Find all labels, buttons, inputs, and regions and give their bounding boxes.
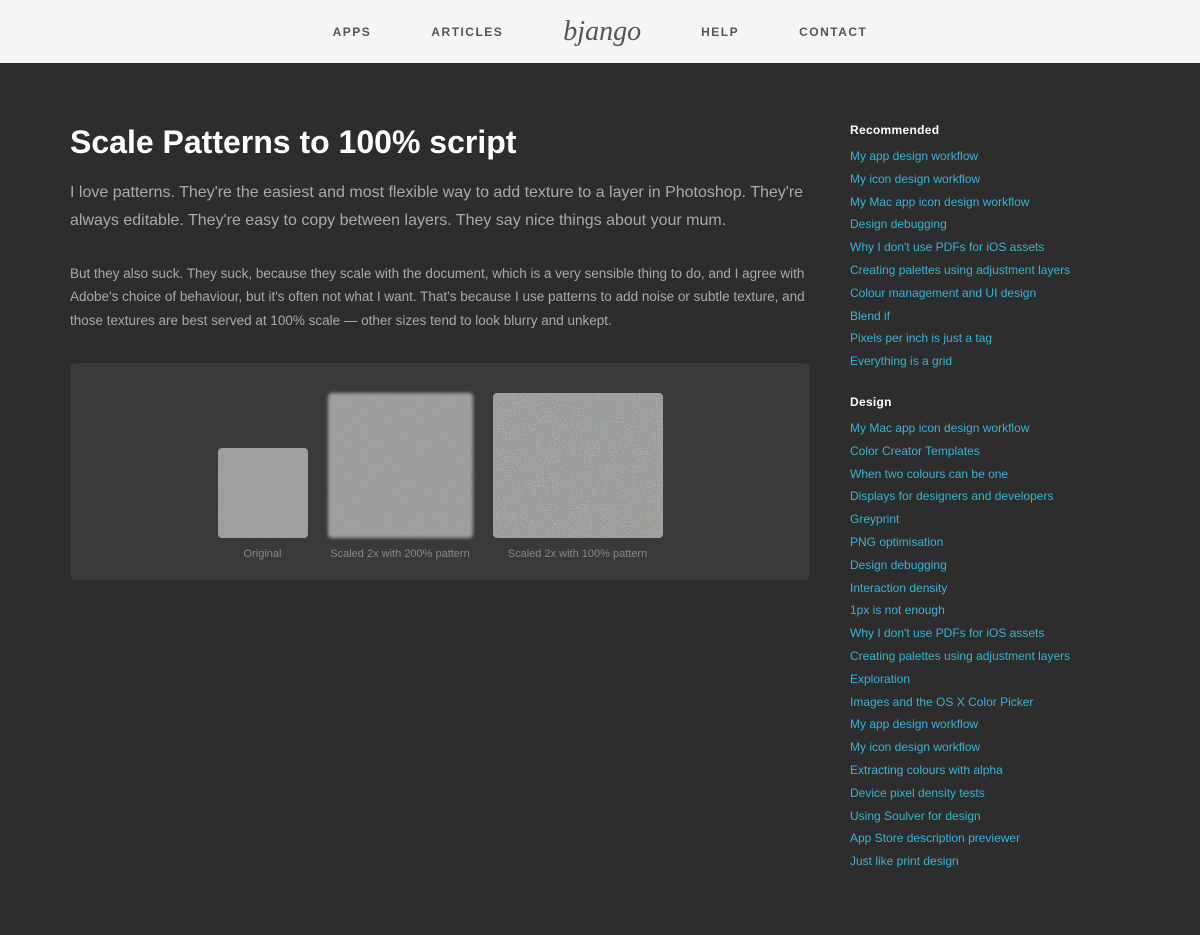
- demo-image-200: Scaled 2x with 200% pattern: [328, 393, 473, 560]
- article-intro: I love patterns. They're the easiest and…: [70, 179, 810, 233]
- sidebar-link-design-5[interactable]: PNG optimisation: [850, 531, 1080, 554]
- sidebar-link-design-0[interactable]: My Mac app icon design workflow: [850, 417, 1080, 440]
- sidebar-link-design-3[interactable]: Displays for designers and developers: [850, 485, 1080, 508]
- sidebar-link-recommended-0[interactable]: My app design workflow: [850, 145, 1080, 168]
- sidebar-link-design-8[interactable]: 1px is not enough: [850, 599, 1080, 622]
- pattern-original: [218, 448, 308, 538]
- sidebar: Recommended My app design workflow My ic…: [850, 123, 1080, 895]
- sidebar-link-recommended-5[interactable]: Creating palettes using adjustment layer…: [850, 259, 1080, 282]
- sidebar-link-design-14[interactable]: My icon design workflow: [850, 736, 1080, 759]
- demo-image-100: Scaled 2x with 100% pattern: [493, 393, 663, 560]
- sidebar-link-design-4[interactable]: Greyprint: [850, 508, 1080, 531]
- sidebar-link-design-10[interactable]: Creating palettes using adjustment layer…: [850, 645, 1080, 668]
- sidebar-link-design-2[interactable]: When two colours can be one: [850, 463, 1080, 486]
- demo-caption-200: Scaled 2x with 200% pattern: [330, 548, 469, 560]
- sidebar-recommended-title: Recommended: [850, 123, 1080, 137]
- sidebar-link-design-16[interactable]: Device pixel density tests: [850, 782, 1080, 805]
- sidebar-link-design-9[interactable]: Why I don't use PDFs for iOS assets: [850, 622, 1080, 645]
- sidebar-link-recommended-2[interactable]: My Mac app icon design workflow: [850, 191, 1080, 214]
- nav-help[interactable]: HELP: [701, 25, 739, 39]
- sidebar-section-recommended: Recommended My app design workflow My ic…: [850, 123, 1080, 373]
- pattern-200: [328, 393, 473, 538]
- sidebar-link-recommended-8[interactable]: Pixels per inch is just a tag: [850, 327, 1080, 350]
- sidebar-link-recommended-3[interactable]: Design debugging: [850, 213, 1080, 236]
- sidebar-link-design-13[interactable]: My app design workflow: [850, 713, 1080, 736]
- nav-apps[interactable]: APPS: [333, 25, 372, 39]
- sidebar-section-design: Design My Mac app icon design workflow C…: [850, 395, 1080, 873]
- pattern-100: [493, 393, 663, 538]
- nav-contact[interactable]: CONTACT: [799, 25, 867, 39]
- demo-image-original: Original: [218, 448, 308, 560]
- sidebar-link-design-18[interactable]: App Store description previewer: [850, 827, 1080, 850]
- demo-caption-100: Scaled 2x with 100% pattern: [508, 548, 647, 560]
- demo-images: Original Scaled 2x with 200% pattern Sca…: [218, 393, 663, 560]
- sidebar-link-design-19[interactable]: Just like print design: [850, 850, 1080, 873]
- header: APPS ARTICLES bjango HELP CONTACT: [0, 0, 1200, 63]
- sidebar-link-design-17[interactable]: Using Soulver for design: [850, 805, 1080, 828]
- sidebar-link-recommended-4[interactable]: Why I don't use PDFs for iOS assets: [850, 236, 1080, 259]
- main-layout: Scale Patterns to 100% script I love pat…: [50, 63, 1150, 935]
- sidebar-link-design-1[interactable]: Color Creator Templates: [850, 440, 1080, 463]
- nav-articles[interactable]: ARTICLES: [431, 25, 503, 39]
- sidebar-link-recommended-1[interactable]: My icon design workflow: [850, 168, 1080, 191]
- demo-box: Original Scaled 2x with 200% pattern Sca…: [70, 363, 810, 580]
- sidebar-link-design-12[interactable]: Images and the OS X Color Picker: [850, 691, 1080, 714]
- article-content: Scale Patterns to 100% script I love pat…: [70, 123, 810, 895]
- sidebar-link-recommended-6[interactable]: Colour management and UI design: [850, 282, 1080, 305]
- sidebar-link-design-15[interactable]: Extracting colours with alpha: [850, 759, 1080, 782]
- sidebar-link-recommended-9[interactable]: Everything is a grid: [850, 350, 1080, 373]
- demo-caption-original: Original: [244, 548, 282, 560]
- sidebar-link-design-11[interactable]: Exploration: [850, 668, 1080, 691]
- sidebar-link-recommended-7[interactable]: Blend if: [850, 305, 1080, 328]
- article-title: Scale Patterns to 100% script: [70, 123, 810, 161]
- sidebar-design-title: Design: [850, 395, 1080, 409]
- sidebar-link-design-6[interactable]: Design debugging: [850, 554, 1080, 577]
- sidebar-link-design-7[interactable]: Interaction density: [850, 577, 1080, 600]
- article-body: But they also suck. They suck, because t…: [70, 262, 810, 333]
- site-logo[interactable]: bjango: [563, 16, 641, 48]
- nav: APPS ARTICLES bjango HELP CONTACT: [333, 16, 868, 48]
